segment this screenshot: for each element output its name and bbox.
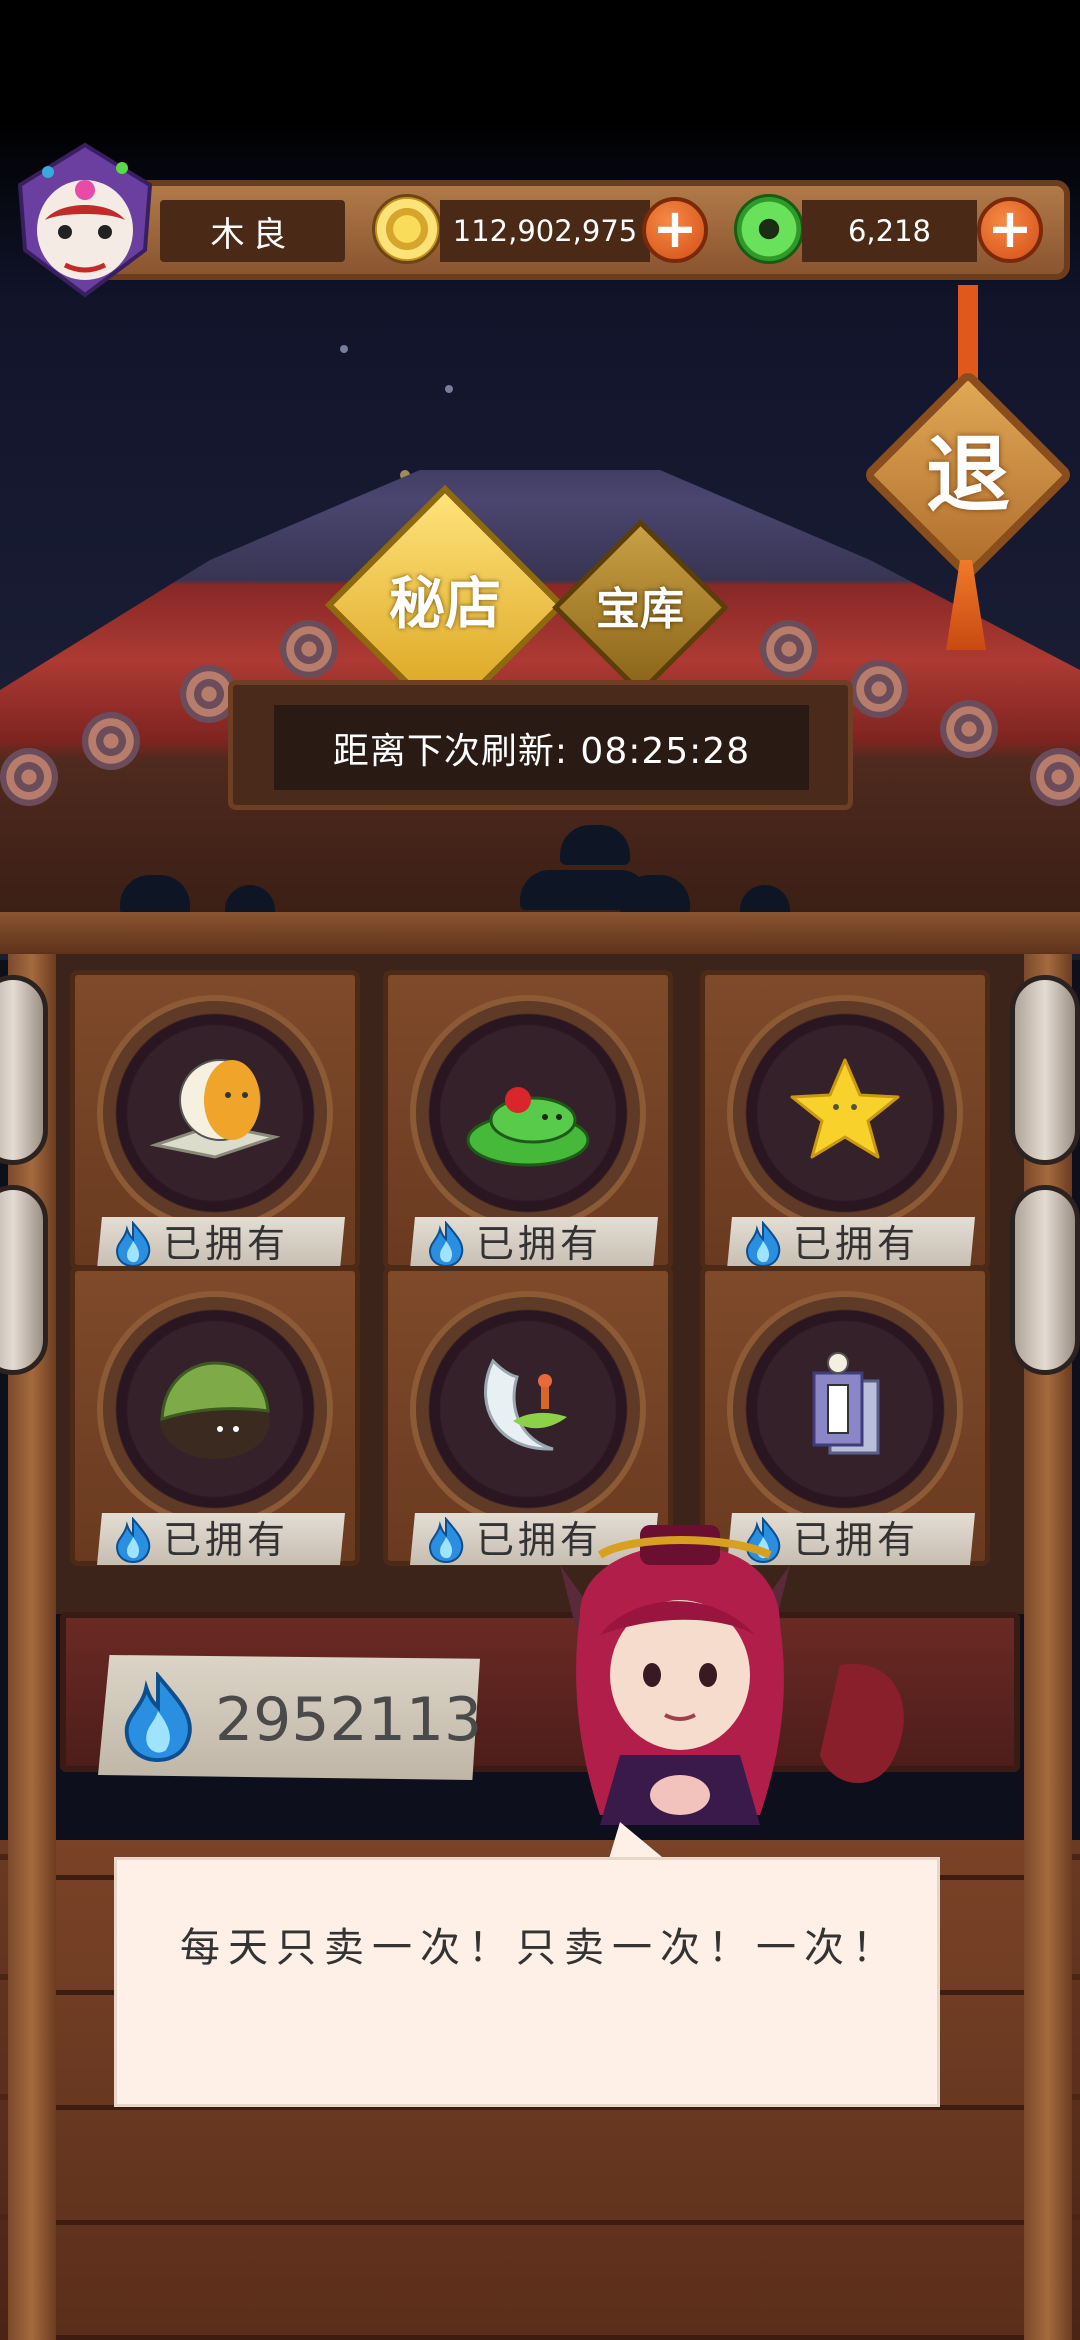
crescent-moon-icon <box>484 1358 567 1451</box>
dialog-text: 每天只卖一次！只卖一次！一次！ <box>180 1925 900 1971</box>
yellow-star-icon <box>790 1058 900 1159</box>
roof-swirl-ornament <box>280 620 338 678</box>
player-name: 木良 <box>160 200 345 262</box>
shop-beam <box>0 912 1080 954</box>
roof-swirl-ornament <box>82 712 140 770</box>
owned-status: 已拥有 <box>476 1222 603 1266</box>
dialog-box[interactable] <box>114 1857 940 2107</box>
roof-swirl-ornament <box>850 660 908 718</box>
roof-swirl-ornament <box>0 748 58 806</box>
soul-flame-icon <box>115 1221 151 1267</box>
refresh-timer: 距离下次刷新: 08:25:28 <box>274 705 809 790</box>
talisman-cards-icon <box>812 1352 880 1455</box>
soul-flame-icon <box>428 1221 464 1267</box>
add-jade-button[interactable]: + <box>977 197 1043 263</box>
shop-item-6[interactable]: 已拥有 <box>700 1266 990 1566</box>
shop-item-4[interactable]: 已拥有 <box>70 1266 360 1566</box>
roof-swirl-ornament <box>940 700 998 758</box>
soul-fire-balance: 2952113 <box>215 1685 483 1755</box>
add-coins-button[interactable]: + <box>642 197 708 263</box>
owned-status: 已拥有 <box>163 1222 290 1266</box>
player-avatar[interactable] <box>10 140 160 300</box>
soul-flame-icon <box>428 1517 464 1563</box>
coin-balance: 112,902,975 <box>440 200 650 262</box>
copper-coin-icon <box>372 194 442 264</box>
jade-balance: 6,218 <box>802 200 977 262</box>
lantern <box>1010 1185 1080 1375</box>
soul-flame-icon <box>124 1672 192 1762</box>
turtle-shell-icon <box>160 1361 270 1459</box>
sparkle <box>445 385 453 393</box>
lantern <box>1010 975 1080 1165</box>
shop-item-5[interactable]: 已拥有 <box>383 1266 673 1566</box>
owned-status: 已拥有 <box>793 1222 920 1266</box>
lantern <box>0 1185 48 1375</box>
shop-item-3[interactable]: 已拥有 <box>700 970 990 1270</box>
mask-on-cushion-icon <box>150 1059 280 1159</box>
soul-flame-icon <box>745 1221 781 1267</box>
owned-status: 已拥有 <box>163 1518 290 1562</box>
green-snake-icon <box>466 1087 590 1167</box>
shop-item-1[interactable]: 已拥有 <box>70 970 360 1270</box>
tab-treasury-label[interactable]: 宝库 <box>565 565 715 655</box>
soul-flame-icon <box>115 1517 151 1563</box>
shop-item-2[interactable]: 已拥有 <box>383 970 673 1270</box>
exit-button-label[interactable]: 退 <box>893 400 1043 550</box>
sparkle <box>340 345 348 353</box>
roof-swirl-ornament <box>760 620 818 678</box>
roof-swirl-ornament <box>1030 748 1080 806</box>
tab-secret-shop-label[interactable]: 秘店 <box>345 555 545 655</box>
lantern <box>0 975 48 1165</box>
jade-icon <box>734 194 804 264</box>
fox-merchant-character <box>560 1525 904 1825</box>
